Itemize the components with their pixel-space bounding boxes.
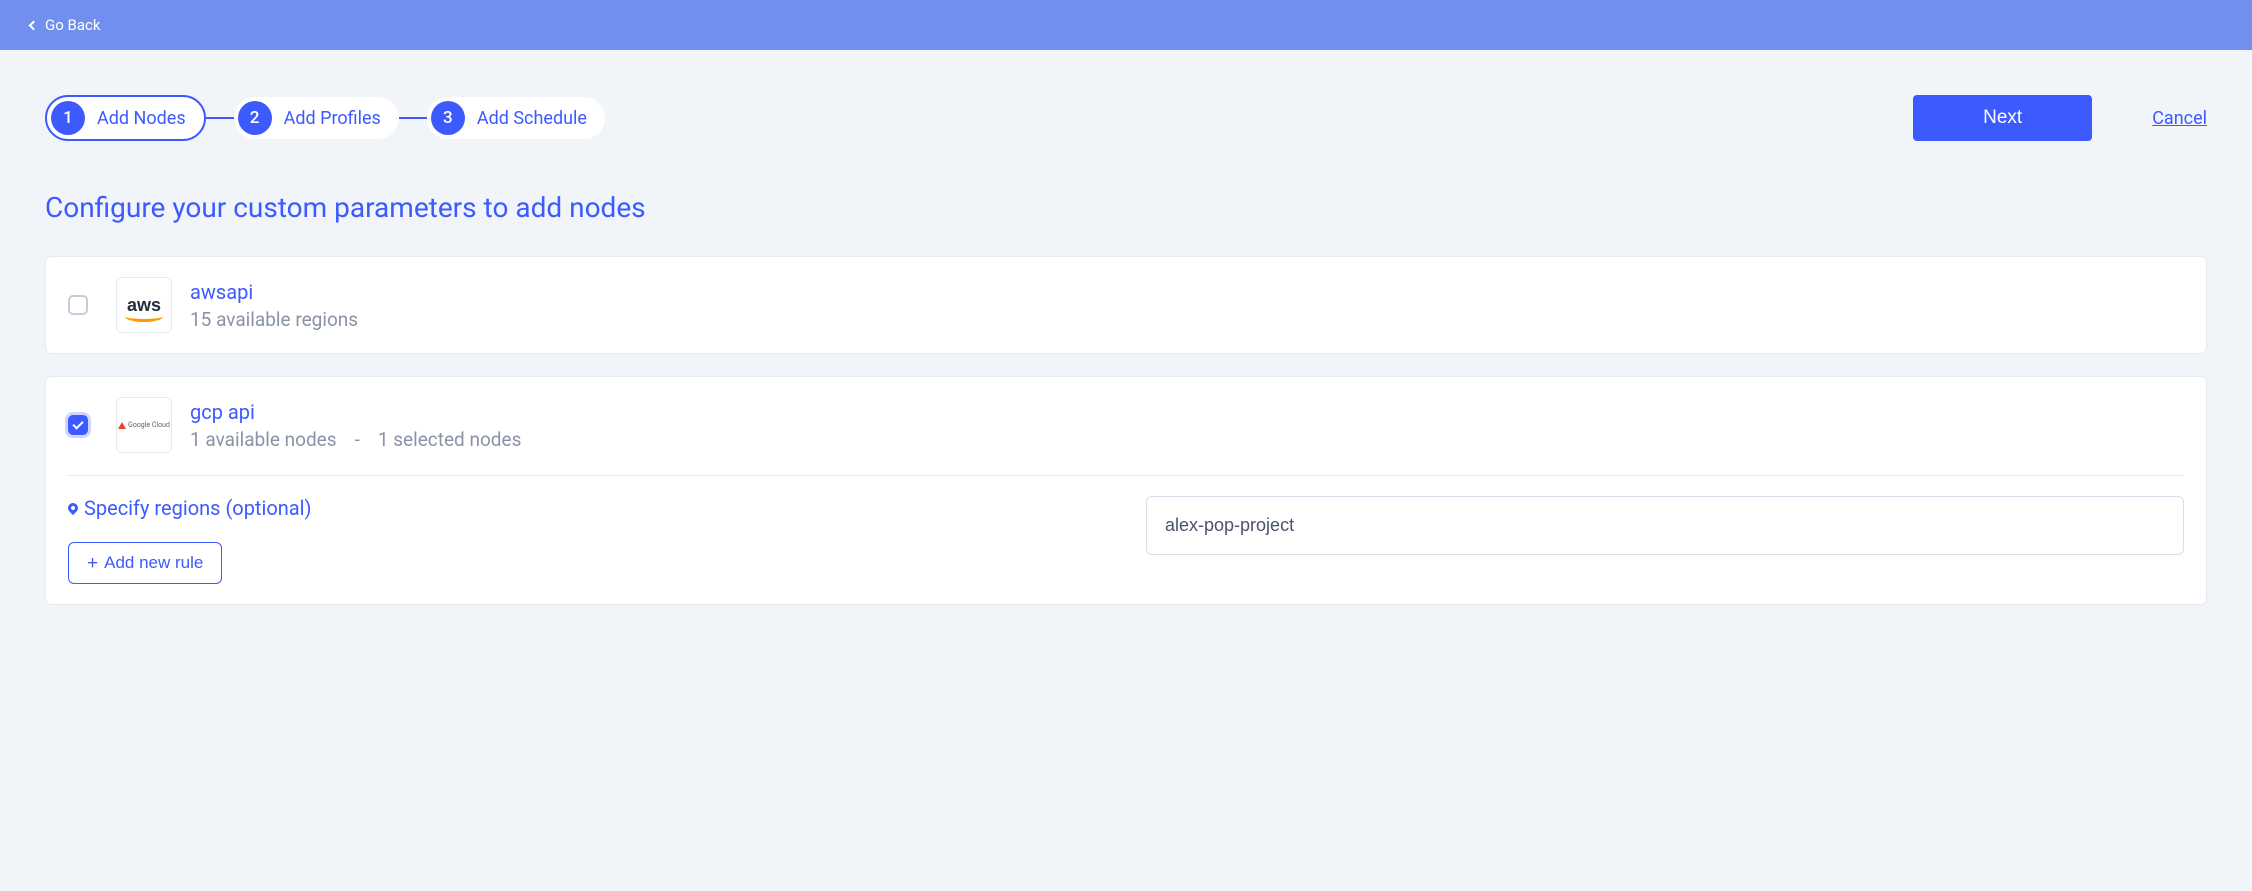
add-new-rule-button[interactable]: + Add new rule	[68, 542, 222, 584]
step-label: Add Schedule	[477, 108, 587, 129]
pin-icon	[66, 501, 80, 515]
step-label: Add Profiles	[284, 108, 381, 129]
regions-title: Specify regions (optional)	[68, 496, 1106, 520]
gcp-logo: Google Cloud	[116, 397, 172, 453]
card-body: Specify regions (optional) + Add new rul…	[68, 496, 2184, 584]
aws-logo: aws	[116, 277, 172, 333]
chevron-left-icon	[29, 20, 39, 30]
cancel-link[interactable]: Cancel	[2152, 108, 2207, 129]
card-header: aws awsapi 15 available regions	[68, 277, 2184, 333]
regions-column: Specify regions (optional) + Add new rul…	[68, 496, 1106, 584]
step-number: 3	[431, 101, 465, 135]
step-add-schedule[interactable]: 3 Add Schedule	[427, 97, 605, 139]
aws-logo-icon: aws	[127, 296, 161, 314]
provider-subtitle: 1 available nodes - 1 selected nodes	[190, 428, 521, 451]
checkmark-icon	[72, 418, 83, 429]
card-divider	[68, 475, 2184, 476]
next-button[interactable]: Next	[1913, 95, 2092, 141]
topbar: Go Back	[0, 0, 2252, 50]
project-input[interactable]	[1146, 496, 2184, 555]
provider-name: gcp api	[190, 400, 521, 424]
gcp-logo-icon: Google Cloud	[118, 421, 170, 429]
card-header: Google Cloud gcp api 1 available nodes -…	[68, 397, 2184, 453]
step-number: 1	[51, 101, 85, 135]
plus-icon: +	[87, 554, 98, 573]
stepper-row: 1 Add Nodes 2 Add Profiles 3 Add Schedul…	[45, 95, 2207, 141]
project-input-column	[1146, 496, 2184, 555]
step-add-nodes[interactable]: 1 Add Nodes	[45, 95, 206, 141]
step-connector	[206, 117, 234, 119]
provider-card-gcp: Google Cloud gcp api 1 available nodes -…	[45, 376, 2207, 605]
action-buttons: Next Cancel	[1913, 95, 2207, 141]
gcp-checkbox[interactable]	[68, 415, 88, 435]
card-titles: gcp api 1 available nodes - 1 selected n…	[190, 400, 521, 451]
step-connector	[399, 117, 427, 119]
card-titles: awsapi 15 available regions	[190, 280, 358, 331]
provider-subtitle: 15 available regions	[190, 308, 358, 331]
step-label: Add Nodes	[97, 108, 186, 129]
steps: 1 Add Nodes 2 Add Profiles 3 Add Schedul…	[45, 95, 605, 141]
aws-checkbox[interactable]	[68, 295, 88, 315]
main-content: 1 Add Nodes 2 Add Profiles 3 Add Schedul…	[0, 50, 2252, 605]
go-back-label: Go Back	[45, 16, 100, 34]
step-number: 2	[238, 101, 272, 135]
provider-name: awsapi	[190, 280, 358, 304]
provider-card-aws: aws awsapi 15 available regions	[45, 256, 2207, 354]
go-back-link[interactable]: Go Back	[30, 16, 100, 34]
step-add-profiles[interactable]: 2 Add Profiles	[234, 97, 399, 139]
page-title: Configure your custom parameters to add …	[45, 191, 2207, 224]
